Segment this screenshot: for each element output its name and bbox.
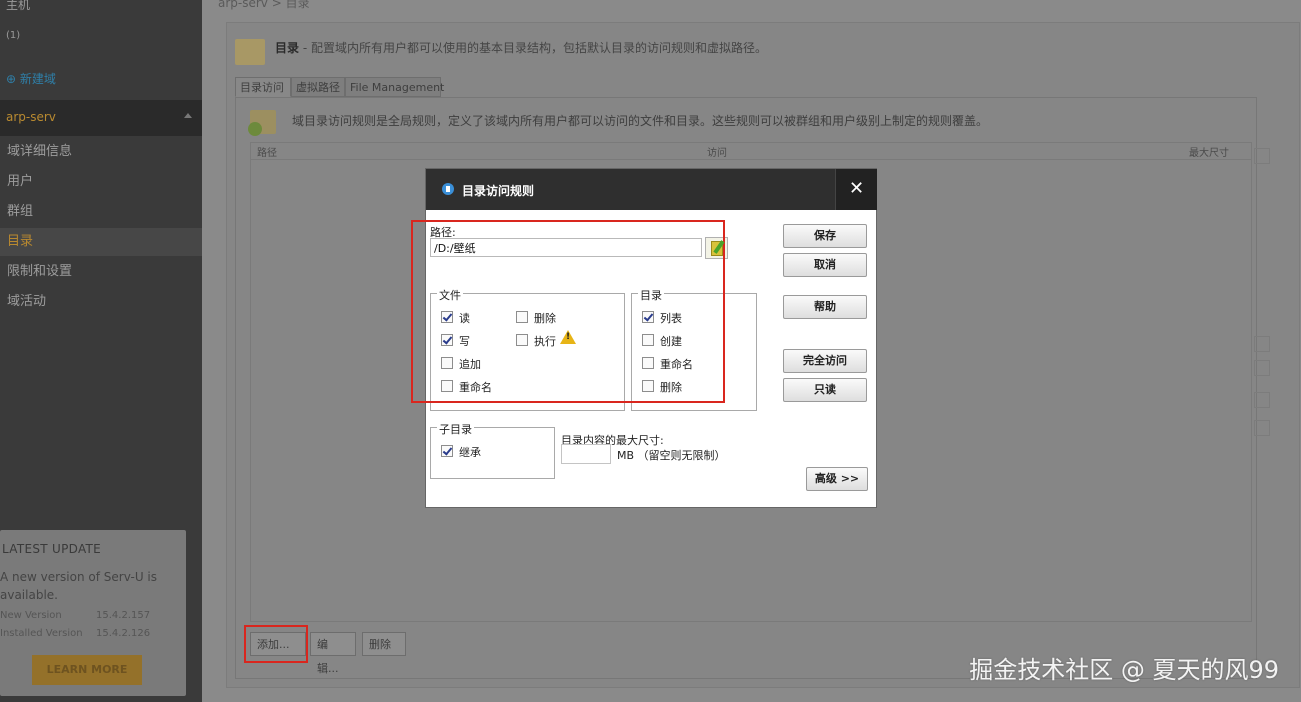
close-button[interactable]: ✕ [835,169,877,210]
sidebar-item-limits[interactable]: 限制和设置 [0,258,202,286]
side-scroll-marker [1254,336,1270,352]
tab-virtual-paths[interactable]: 虚拟路径 [291,77,345,97]
new-version-row: New Version 15.4.2.157 [0,610,151,621]
update-title: LATEST UPDATE [2,542,102,556]
side-scroll-marker [1254,148,1270,164]
sidebar-item-directories[interactable]: 目录 [0,228,202,256]
chevron-up-icon [184,113,192,118]
sidebar-item-activity[interactable]: 域活动 [0,288,202,316]
plus-icon: ⊕ [6,72,20,86]
domain-name: arp-serv [6,110,56,124]
folder-icon [235,39,265,65]
tab-file-management[interactable]: File Management [345,77,444,97]
read-only-button[interactable]: 只读 [783,378,867,402]
subdirectory-fieldset: 子目录 继承 [430,421,555,479]
highlight-box-add [244,625,308,663]
dialog-titlebar: 目录访问规则 ✕ [426,169,877,210]
sidebar-faint-label: 主机 [6,0,31,12]
new-domain-link[interactable]: ⊕ 新建域 [6,70,56,87]
dialog-title: 目录访问规则 [462,184,535,198]
folder-rules-icon [248,110,276,136]
sidebar-item-users[interactable]: 用户 [0,168,202,196]
sidebar-item-groups[interactable]: 群组 [0,198,202,226]
help-button[interactable]: 帮助 [783,295,867,319]
advanced-button[interactable]: 高级 >> [806,467,868,491]
column-path[interactable]: 路径 [257,144,277,159]
sidebar-faint-count: (1) [6,30,21,41]
column-access[interactable]: 访问 [707,144,727,159]
full-access-button[interactable]: 完全访问 [783,349,867,373]
max-size-unit: MB （留空则无限制） [617,449,726,462]
breadcrumb: arp-serv > 目录 [218,0,310,10]
sidebar-item-domain-details[interactable]: 域详细信息 [0,138,202,166]
max-size-input[interactable] [561,444,611,464]
save-button[interactable]: 保存 [783,224,867,248]
learn-more-button[interactable]: LEARN MORE [32,655,142,685]
installed-version-row: Installed Version 15.4.2.126 [0,628,151,639]
side-scroll-marker [1254,392,1270,408]
table-header: 路径 访问 最大尺寸 [251,143,1251,160]
tab-directory-access[interactable]: 目录访问 [235,77,291,97]
side-scroll-marker [1254,360,1270,376]
update-text: A new version of Serv-U is available. [0,570,158,602]
edit-button[interactable]: 编辑... [310,632,356,675]
update-card: LATEST UPDATE A new version of Serv-U is… [0,530,186,696]
column-max-size[interactable]: 最大尺寸 [1189,144,1229,159]
page-title: 目录 [275,41,300,55]
side-scroll-marker [1254,420,1270,436]
domain-selector[interactable]: arp-serv [0,100,202,136]
cancel-button[interactable]: 取消 [783,253,867,277]
delete-button[interactable]: 删除 [362,632,406,656]
info-icon [442,183,454,195]
highlight-box-permissions [411,220,725,403]
rules-description: 域目录访问规则是全局规则，定义了该域内所有用户都可以访问的文件和目录。这些规则可… [292,114,989,128]
inherit-label: 继承 [459,446,481,459]
watermark: 掘金技术社区 @ 夏天的风99 [969,656,1279,684]
page-description: 目录 - 配置域内所有用户都可以使用的基本目录结构，包括默认目录的访问规则和虚拟… [275,41,767,55]
sidebar: 主机 (1) ⊕ 新建域 arp-serv 域详细信息 用户 群组 目录 限制和… [0,0,202,702]
subdirectory-legend: 子目录 [437,421,474,437]
inherit-checkbox[interactable] [441,445,453,457]
